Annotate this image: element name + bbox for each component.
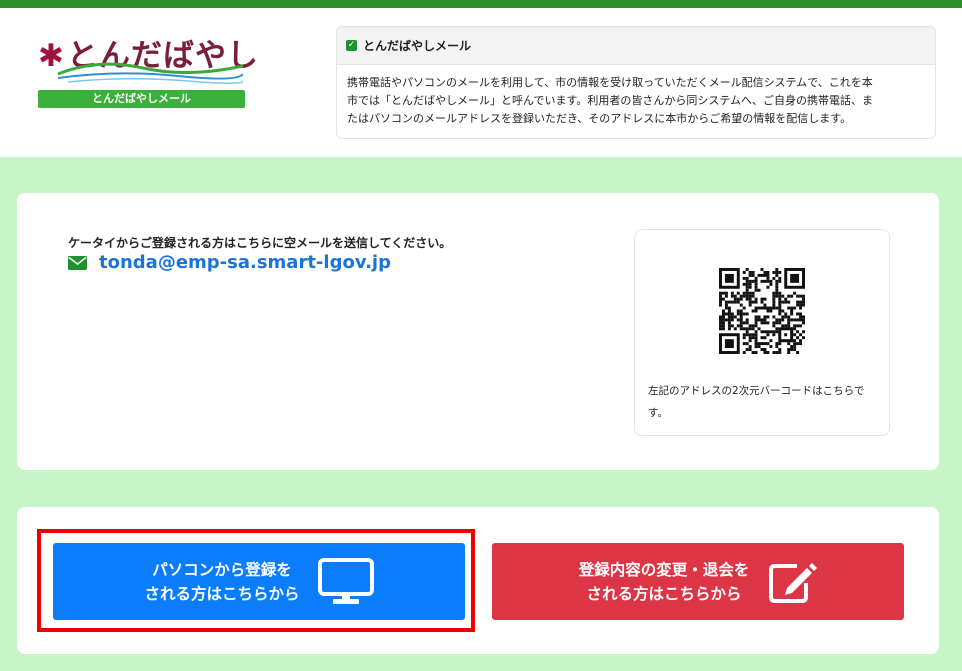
qr-code-icon bbox=[719, 268, 805, 354]
info-card-header: ✓ とんだばやしメール bbox=[337, 27, 935, 65]
pc-register-button[interactable]: パソコンから登録を される方はこちらから bbox=[53, 543, 465, 620]
registration-email-link[interactable]: tonda@emp-sa.smart-lgov.jp bbox=[99, 252, 391, 273]
mobile-instruction: ケータイからご登録される方はこちらに空メールを送信してください。 bbox=[68, 236, 452, 250]
checkbox-checked-icon: ✓ bbox=[346, 40, 357, 51]
site-logo[interactable]: ✱とんだばやし とんだばやしメール bbox=[38, 30, 258, 112]
qr-caption: 左記のアドレスの2次元バーコードはこちらで す。 bbox=[648, 385, 865, 419]
logo-banner: とんだばやしメール bbox=[38, 90, 245, 108]
info-line: 携帯電話やパソコンのメールを利用して、市の情報を受け取っていただくメール配信シス… bbox=[347, 76, 873, 89]
info-card-title: とんだばやしメール bbox=[363, 39, 472, 53]
edit-icon bbox=[769, 562, 818, 603]
qr-code-box: 左記のアドレスの2次元バーコードはこちらで す。 bbox=[634, 229, 890, 436]
info-card: ✓ とんだばやしメール 携帯電話やパソコンのメールを利用して、市の情報を受け取っ… bbox=[336, 26, 936, 139]
mobile-registration-card: ケータイからご登録される方はこちらに空メールを送信してください。 tonda@e… bbox=[17, 193, 939, 470]
info-line: たはパソコンのメールアドレスを登録いただき、そのアドレスに本市からご希望の情報を… bbox=[347, 112, 852, 125]
logo-waves-icon bbox=[58, 62, 243, 84]
info-line: 市では「とんだばやしメール」と呼んでいます。利用者の皆さんから同システムへ、ご自… bbox=[347, 94, 874, 107]
envelope-icon bbox=[68, 255, 87, 270]
change-unsubscribe-button[interactable]: 登録内容の変更・退会を される方はこちらから bbox=[492, 543, 904, 620]
email-row: tonda@emp-sa.smart-lgov.jp bbox=[68, 252, 391, 273]
top-accent-bar bbox=[0, 0, 962, 8]
monitor-icon bbox=[317, 557, 374, 604]
info-card-body: 携帯電話やパソコンのメールを利用して、市の情報を受け取っていただくメール配信シス… bbox=[337, 65, 935, 137]
